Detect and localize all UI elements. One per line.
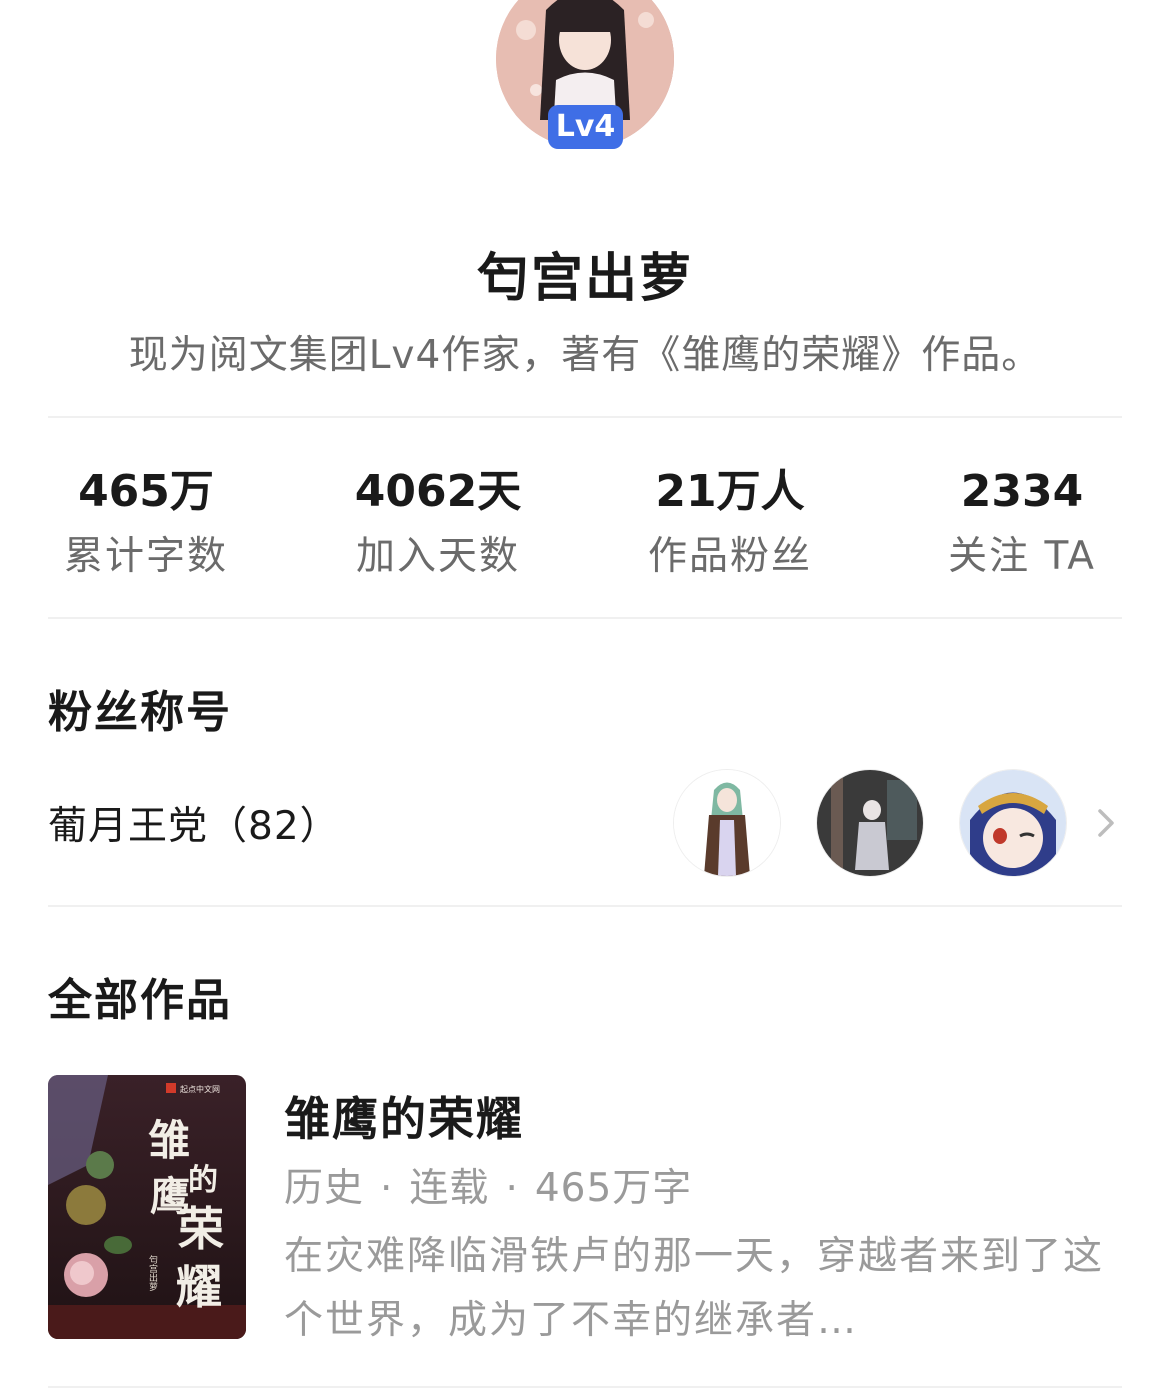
book-genre: 历史 (284, 1166, 365, 1211)
book-status: 连载 (409, 1166, 490, 1211)
divider (48, 416, 1122, 418)
divider (48, 617, 1122, 619)
stat-value: 2334 (960, 466, 1084, 517)
stats-row: 465万 累计字数 4062天 加入天数 21万人 作品粉丝 2334 关注 T… (0, 464, 1170, 594)
stat-days-joined: 4062天 加入天数 (292, 464, 584, 582)
svg-text:雏: 雏 (148, 1116, 190, 1165)
svg-text:耀: 耀 (176, 1260, 222, 1314)
svg-text:荣: 荣 (178, 1202, 224, 1256)
book-cover: 起点中文网 雏 鹰 的 荣 耀 匄宫出萝 (48, 1075, 246, 1339)
cover-author: 匄宫出萝 (147, 1254, 158, 1292)
fan-avatar-2 (816, 769, 924, 877)
fan-avatar-1 (673, 769, 781, 877)
fan-title-row[interactable]: 葡月王党（82） (48, 765, 1122, 880)
level-badge: Lv4 (548, 105, 623, 149)
stat-total-words: 465万 累计字数 (0, 464, 292, 582)
fan-title-heading: 粉丝称号 (48, 687, 232, 738)
works-heading: 全部作品 (48, 975, 232, 1026)
stat-value: 4062天 (354, 466, 522, 517)
stat-following[interactable]: 2334 关注 TA (876, 464, 1168, 582)
stat-label: 关注 TA (948, 534, 1096, 579)
book-item[interactable]: 起点中文网 雏 鹰 的 荣 耀 匄宫出萝 雏鹰的荣耀 历史 · 连载 · 465万字 在… (48, 1075, 1122, 1343)
stat-label: 作品粉丝 (647, 534, 812, 579)
stat-value: 465万 (78, 466, 214, 517)
fan-avatar-3 (959, 769, 1067, 877)
book-description: 在灾难降临滑铁卢的那一天，穿越者来到了这个世界，成为了不幸的继承者… (284, 1234, 1105, 1343)
meta-separator: · (380, 1166, 394, 1211)
divider (48, 905, 1122, 907)
book-title[interactable]: 雏鹰的荣耀 (284, 1083, 524, 1149)
meta-separator: · (505, 1166, 519, 1211)
author-name: 匄宫出萝 (476, 249, 693, 309)
author-intro: 现为阅文集团Lv4作家，著有《雏鹰的荣耀》作品。 (128, 333, 1042, 378)
chevron-right-icon[interactable] (1092, 803, 1122, 843)
book-meta: 历史 · 连载 · 465万字 (284, 1157, 692, 1213)
stat-label: 加入天数 (355, 534, 520, 579)
book-word-count: 465万字 (534, 1166, 693, 1211)
svg-text:的: 的 (188, 1163, 218, 1198)
cover-publisher: 起点中文网 (180, 1084, 220, 1094)
stat-work-fans[interactable]: 21万人 作品粉丝 (584, 464, 876, 582)
divider (48, 1386, 1122, 1388)
fan-title-text: 葡月王党（82） (48, 804, 340, 849)
stat-value: 21万人 (655, 466, 805, 517)
stat-label: 累计字数 (63, 534, 228, 579)
